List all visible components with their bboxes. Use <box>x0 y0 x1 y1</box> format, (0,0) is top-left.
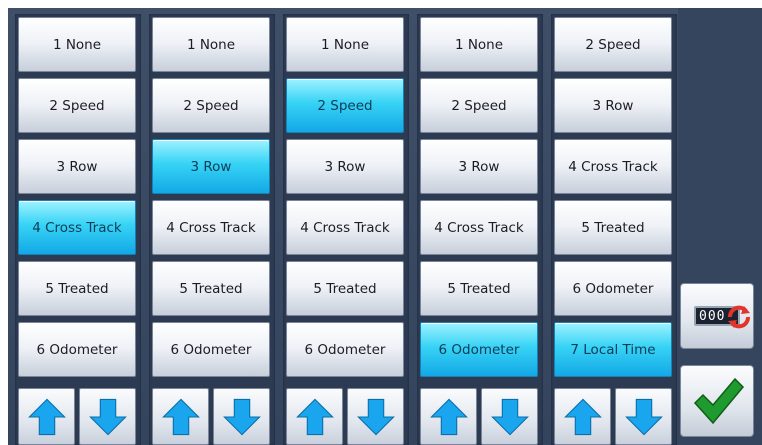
odometer-counter-display: 000 <box>694 305 750 329</box>
down-arrow-icon <box>222 398 261 435</box>
option-1-none[interactable]: 1 None <box>420 17 538 72</box>
option-4-cross-track[interactable]: 4 Cross Track <box>286 200 404 255</box>
checkmark-icon <box>693 377 745 425</box>
scroll-up-button[interactable] <box>152 388 209 445</box>
option-5-treated[interactable]: 5 Treated <box>18 261 136 316</box>
option-1-none[interactable]: 1 None <box>152 17 270 72</box>
option-1-none[interactable]: 1 None <box>18 17 136 72</box>
option-3-row[interactable]: 3 Row <box>152 139 270 194</box>
option-7-local-time[interactable]: 7 Local Time <box>554 322 672 377</box>
display-config-screen: 1 None 2 Speed 3 Row 4 Cross Track 5 Tre… <box>8 8 762 445</box>
up-arrow-icon <box>27 398 66 435</box>
scroll-down-button[interactable] <box>347 388 404 445</box>
column-5: 2 Speed 3 Row 4 Cross Track 5 Treated 6 … <box>551 14 677 445</box>
option-5-treated[interactable]: 5 Treated <box>420 261 538 316</box>
down-arrow-icon <box>490 398 529 435</box>
down-arrow-icon <box>356 398 395 435</box>
scroll-controls <box>18 388 136 445</box>
up-arrow-icon <box>161 398 200 435</box>
option-1-none[interactable]: 1 None <box>286 17 404 72</box>
option-3-row[interactable]: 3 Row <box>286 139 404 194</box>
option-2-speed[interactable]: 2 Speed <box>554 17 672 72</box>
down-arrow-icon <box>88 398 127 435</box>
column-3: 1 None 2 Speed 3 Row 4 Cross Track 5 Tre… <box>283 14 409 445</box>
option-6-odometer[interactable]: 6 Odometer <box>152 322 270 377</box>
scroll-up-button[interactable] <box>18 388 75 445</box>
option-5-treated[interactable]: 5 Treated <box>286 261 404 316</box>
option-2-speed[interactable]: 2 Speed <box>152 78 270 133</box>
option-4-cross-track[interactable]: 4 Cross Track <box>554 139 672 194</box>
scroll-up-button[interactable] <box>286 388 343 445</box>
option-5-treated[interactable]: 5 Treated <box>554 200 672 255</box>
confirm-button[interactable] <box>680 365 754 437</box>
column-4: 1 None 2 Speed 3 Row 4 Cross Track 5 Tre… <box>417 14 543 445</box>
column-1: 1 None 2 Speed 3 Row 4 Cross Track 5 Tre… <box>15 14 141 445</box>
up-arrow-icon <box>295 398 334 435</box>
option-3-row[interactable]: 3 Row <box>420 139 538 194</box>
up-arrow-icon <box>429 398 468 435</box>
counter-text: 000 <box>699 308 726 324</box>
option-6-odometer[interactable]: 6 Odometer <box>554 261 672 316</box>
option-6-odometer[interactable]: 6 Odometer <box>18 322 136 377</box>
column-2: 1 None 2 Speed 3 Row 4 Cross Track 5 Tre… <box>149 14 275 445</box>
scroll-down-button[interactable] <box>615 388 672 445</box>
option-4-cross-track[interactable]: 4 Cross Track <box>152 200 270 255</box>
scroll-controls <box>554 388 672 445</box>
option-2-speed[interactable]: 2 Speed <box>420 78 538 133</box>
scroll-down-button[interactable] <box>481 388 538 445</box>
option-2-speed[interactable]: 2 Speed <box>18 78 136 133</box>
option-4-cross-track[interactable]: 4 Cross Track <box>18 200 136 255</box>
odometer-reset-button[interactable]: 000 <box>680 283 754 349</box>
scroll-controls <box>286 388 404 445</box>
scroll-controls <box>420 388 538 445</box>
scroll-controls <box>152 388 270 445</box>
option-5-treated[interactable]: 5 Treated <box>152 261 270 316</box>
option-3-row[interactable]: 3 Row <box>18 139 136 194</box>
option-6-odometer[interactable]: 6 Odometer <box>286 322 404 377</box>
refresh-icon <box>728 305 750 329</box>
option-3-row[interactable]: 3 Row <box>554 78 672 133</box>
scroll-up-button[interactable] <box>554 388 611 445</box>
option-4-cross-track[interactable]: 4 Cross Track <box>420 200 538 255</box>
up-arrow-icon <box>563 398 602 435</box>
scroll-down-button[interactable] <box>213 388 270 445</box>
down-arrow-icon <box>624 398 663 435</box>
option-6-odometer[interactable]: 6 Odometer <box>420 322 538 377</box>
scroll-up-button[interactable] <box>420 388 477 445</box>
option-2-speed[interactable]: 2 Speed <box>286 78 404 133</box>
scroll-down-button[interactable] <box>79 388 136 445</box>
